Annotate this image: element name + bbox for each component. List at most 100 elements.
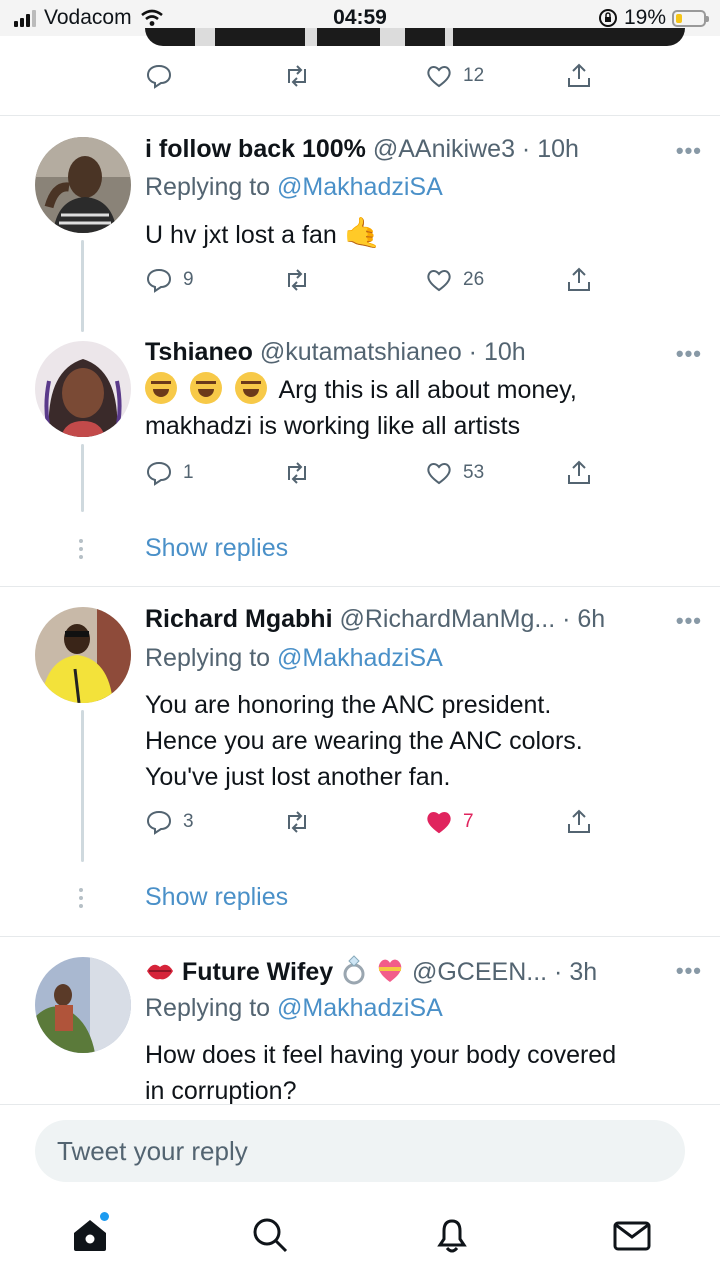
share-icon [568, 267, 590, 291]
divider [0, 1104, 720, 1105]
show-replies-link[interactable]: Show replies [145, 883, 288, 912]
replying-to: Replying to @MakhadziSA [145, 994, 443, 1022]
retweet-button[interactable] [283, 266, 311, 294]
reply-button[interactable]: 9 [145, 266, 194, 294]
reply-button[interactable]: 1 [145, 459, 194, 487]
rotation-lock-icon [598, 9, 617, 27]
heart-filled-icon [427, 812, 451, 834]
tweet-text: You are honoring the ANC president. Henc… [145, 691, 583, 791]
more-options-icon[interactable]: ••• [676, 608, 702, 634]
ring-icon [343, 955, 365, 985]
kiss-lips-icon [147, 964, 173, 980]
retweet-icon [288, 462, 306, 484]
more-options-icon[interactable]: ••• [676, 138, 702, 164]
reply-icon [146, 810, 172, 835]
avatar[interactable] [35, 137, 131, 233]
like-count: 7 [463, 811, 474, 832]
battery-percent: 19% [623, 6, 666, 29]
reply-icon [146, 268, 172, 293]
media-preview-remnant[interactable] [145, 28, 685, 46]
thread-line [81, 710, 84, 862]
replying-to: Replying to @MakhadziSA [145, 644, 443, 672]
notification-dot-icon [100, 1212, 109, 1221]
reply-input[interactable]: Tweet your reply [35, 1120, 685, 1182]
reply-button[interactable]: 3 [145, 808, 194, 836]
tweet-actions: 9 26 [145, 266, 605, 300]
display-name[interactable]: Future Wifey [182, 958, 333, 986]
home-icon [74, 1220, 106, 1251]
heart-icon [427, 463, 451, 485]
status-right: 19% [598, 6, 709, 30]
call-me-hand-emoji: 🤙 [343, 217, 382, 250]
reply-count: 1 [183, 462, 194, 483]
like-button[interactable]: 12 [425, 62, 484, 90]
rofl-emoji [234, 372, 267, 404]
avatar[interactable] [35, 607, 131, 703]
retweet-icon [288, 269, 306, 291]
like-count: 26 [463, 269, 485, 290]
avatar[interactable] [35, 957, 131, 1053]
more-options-icon[interactable]: ••• [676, 958, 702, 984]
mention-link[interactable]: @MakhadziSA [277, 173, 443, 201]
divider [0, 936, 720, 937]
reply-icon [146, 64, 172, 89]
share-button[interactable] [565, 266, 593, 294]
like-button[interactable]: 26 [425, 266, 484, 294]
divider [0, 115, 720, 116]
tweet-header: Future Wifey @GCEEN... · 3h [145, 955, 650, 987]
heart-icon [427, 66, 451, 88]
thread-line [81, 444, 84, 512]
mention-link[interactable]: @MakhadziSA [277, 994, 443, 1022]
share-button[interactable] [565, 62, 593, 90]
display-name[interactable]: i follow back 100% [145, 135, 366, 163]
reply-placeholder: Tweet your reply [57, 1135, 248, 1166]
mention-link[interactable]: @MakhadziSA [277, 644, 443, 672]
like-count: 12 [463, 65, 485, 86]
show-replies-link[interactable]: Show replies [145, 534, 288, 563]
handle-time: @GCEEN... · 3h [411, 958, 598, 986]
tweet-actions: 12 [145, 62, 605, 96]
reply-count: 3 [183, 811, 194, 832]
share-icon [568, 809, 590, 833]
tab-notifications[interactable] [432, 1215, 472, 1255]
tweet-text: Arg this is all about money, makhadzi is… [145, 372, 685, 444]
rofl-emoji [145, 372, 177, 404]
share-icon [568, 460, 590, 484]
more-options-icon[interactable]: ••• [676, 341, 702, 367]
tweet-text: How does it feel having your body covere… [145, 1041, 617, 1105]
tweet-actions: 3 7 [145, 808, 605, 842]
reply-button[interactable] [145, 62, 173, 90]
like-button-active[interactable]: 7 [425, 808, 474, 836]
share-button[interactable] [565, 459, 593, 487]
retweet-icon [288, 65, 306, 87]
display-name[interactable]: Tshianeo [145, 338, 253, 366]
reply-count: 9 [183, 269, 194, 290]
retweet-button[interactable] [283, 62, 311, 90]
replying-to: Replying to @MakhadziSA [145, 173, 443, 201]
tab-bar [0, 1195, 720, 1280]
heart-icon [427, 270, 451, 292]
divider [0, 586, 720, 587]
battery-icon [672, 9, 709, 27]
handle-time: @kutamatshianeo · 10h [259, 338, 526, 366]
handle-time: @RichardManMg... · 6h [339, 605, 606, 633]
tab-home[interactable] [70, 1215, 110, 1255]
tab-messages[interactable] [612, 1215, 652, 1255]
thread-more-dots-icon [79, 539, 85, 563]
retweet-button[interactable] [283, 808, 311, 836]
display-name[interactable]: Richard Mgabhi [145, 605, 333, 633]
tweet-text: U hv jxt lost a fan 🤙 [145, 217, 382, 250]
rofl-emoji [189, 372, 222, 404]
tab-search[interactable] [250, 1215, 290, 1255]
retweet-button[interactable] [283, 459, 311, 487]
like-button[interactable]: 53 [425, 459, 484, 487]
share-button[interactable] [565, 808, 593, 836]
notifications-icon [437, 1219, 467, 1253]
tweet-actions: 1 53 [145, 459, 605, 493]
reply-icon [146, 461, 172, 486]
avatar[interactable] [35, 341, 131, 437]
tweet-header: Richard Mgabhi @RichardManMg... · 6h [145, 605, 650, 634]
tweet-header: Tshianeo @kutamatshianeo · 10h [145, 338, 650, 367]
thread-more-dots-icon [79, 888, 85, 912]
search-icon [253, 1218, 288, 1253]
